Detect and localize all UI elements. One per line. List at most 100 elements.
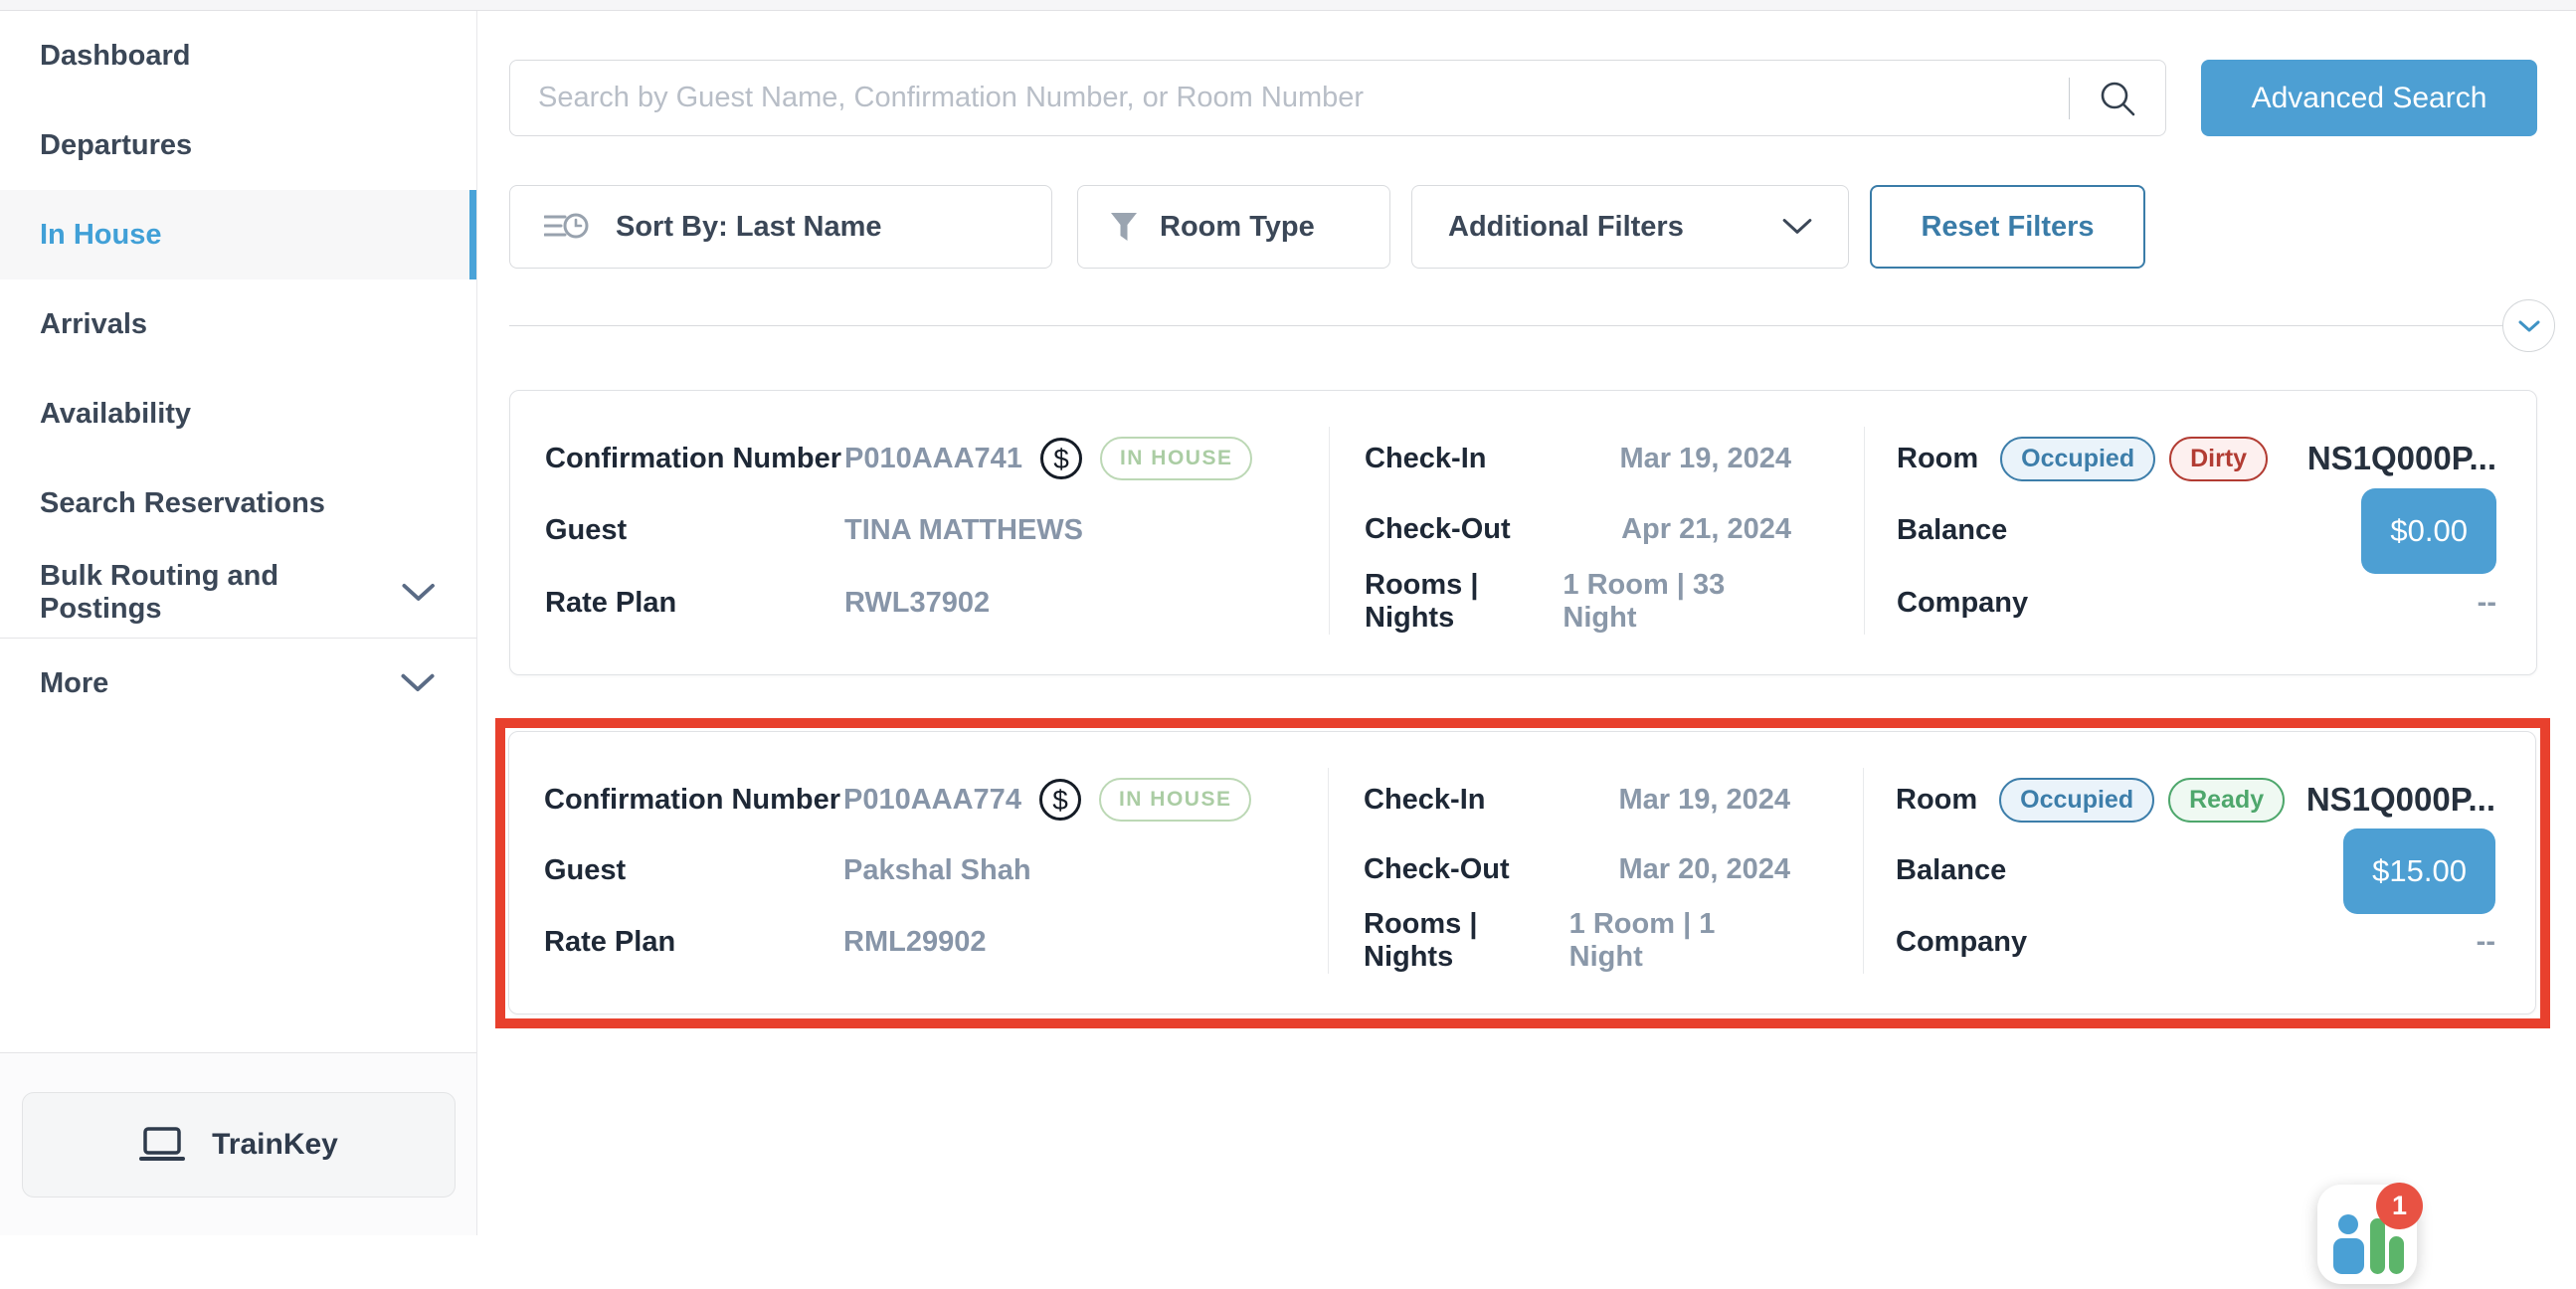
reservation-card[interactable]: Confirmation Number P010AAA774 $ IN HOUS… — [508, 731, 2536, 1014]
sidebar-item-dashboard[interactable]: Dashboard — [0, 11, 476, 100]
sidebar-item-label: Arrivals — [40, 308, 147, 341]
sidebar-item-label: Search Reservations — [40, 487, 325, 520]
sidebar-item-label: Bulk Routing and Postings — [40, 560, 402, 626]
reset-filters-label: Reset Filters — [1921, 211, 2094, 244]
reservation-card[interactable]: Confirmation Number P010AAA741 $ IN HOUS… — [509, 390, 2537, 675]
confirmation-number-label: Confirmation Number — [545, 443, 844, 475]
card-dates-column: Check-In Mar 19, 2024 Check-Out Apr 21, … — [1329, 427, 1864, 635]
check-in-label: Check-In — [1364, 784, 1485, 817]
guest-name-value: Pakshal Shah — [843, 854, 1031, 887]
sidebar-item-bulk-routing[interactable]: Bulk Routing and Postings — [0, 548, 476, 638]
balance-button[interactable]: $0.00 — [2361, 488, 2496, 574]
highlight-border: Confirmation Number P010AAA774 $ IN HOUS… — [495, 718, 2550, 1028]
guest-name-value: TINA MATTHEWS — [844, 514, 1083, 547]
check-in-label: Check-In — [1365, 443, 1486, 475]
sidebar-item-label: Availability — [40, 398, 191, 431]
sort-by-button[interactable]: Sort By: Last Name — [509, 185, 1052, 269]
sidebar-item-more[interactable]: More — [0, 639, 476, 728]
balance-label: Balance — [1896, 854, 2006, 887]
room-type-label: Room Type — [1160, 211, 1315, 244]
housekeeping-status-badge: Dirty — [2169, 437, 2268, 481]
sidebar-item-label: Departures — [40, 129, 192, 162]
svg-text:$: $ — [1053, 444, 1069, 474]
chevron-down-icon — [2517, 319, 2541, 333]
in-house-status-badge: IN HOUSE — [1100, 437, 1253, 480]
rate-plan-value: RWL37902 — [844, 587, 990, 620]
window-top-strip — [0, 0, 2576, 11]
card-room-column: Room Occupied Ready NS1Q000P... Balance … — [1863, 768, 2535, 974]
sidebar-item-arrivals[interactable]: Arrivals — [0, 279, 476, 369]
rooms-nights-label: Rooms | Nights — [1364, 908, 1569, 974]
company-label: Company — [1897, 587, 2028, 620]
chevron-down-icon — [401, 673, 435, 693]
rate-plan-value: RML29902 — [843, 926, 986, 959]
card-guest-column: Confirmation Number P010AAA774 $ IN HOUS… — [509, 768, 1328, 974]
company-value: -- — [2477, 926, 2495, 959]
guest-label: Guest — [544, 854, 843, 887]
company-value: -- — [2478, 587, 2496, 620]
rooms-nights-value: 1 Room | 1 Night — [1569, 908, 1790, 974]
balance-label: Balance — [1897, 514, 2007, 547]
check-out-label: Check-Out — [1365, 513, 1511, 546]
room-number-value: NS1Q000P... — [2306, 781, 2495, 819]
dollar-circle-icon[interactable]: $ — [1038, 436, 1084, 481]
room-status-badge: Occupied — [1999, 778, 2154, 823]
sidebar-item-label: In House — [40, 219, 161, 252]
sort-by-label: Sort By: Last Name — [616, 211, 882, 244]
in-house-status-badge: IN HOUSE — [1099, 778, 1252, 822]
additional-filters-label: Additional Filters — [1448, 211, 1684, 244]
guest-label: Guest — [545, 514, 844, 547]
advanced-search-button[interactable]: Advanced Search — [2201, 60, 2537, 136]
room-label: Room — [1896, 784, 1977, 817]
room-type-filter-button[interactable]: Room Type — [1077, 185, 1390, 269]
housekeeping-status-badge: Ready — [2168, 778, 2285, 823]
sidebar-item-search-reservations[interactable]: Search Reservations — [0, 459, 476, 548]
check-out-label: Check-Out — [1364, 853, 1510, 886]
confirmation-number-value: P010AAA741 — [844, 443, 1022, 475]
sidebar: Dashboard Departures In House Arrivals A… — [0, 11, 477, 1235]
rate-plan-label: Rate Plan — [544, 926, 843, 959]
rooms-nights-value: 1 Room | 33 Night — [1563, 569, 1791, 635]
list-divider — [509, 325, 2502, 326]
confirmation-number-value: P010AAA774 — [843, 784, 1021, 817]
search-input[interactable] — [510, 82, 2069, 114]
sidebar-item-departures[interactable]: Departures — [0, 100, 476, 190]
svg-text:$: $ — [1052, 785, 1068, 816]
sidebar-item-label: More — [40, 667, 108, 700]
funnel-icon — [1110, 212, 1138, 242]
check-out-value: Mar 20, 2024 — [1618, 853, 1790, 886]
card-dates-column: Check-In Mar 19, 2024 Check-Out Mar 20, … — [1328, 768, 1863, 974]
rooms-nights-label: Rooms | Nights — [1365, 569, 1563, 635]
search-icon[interactable] — [2098, 79, 2137, 118]
search-divider — [2069, 78, 2070, 119]
laptop-icon — [138, 1126, 186, 1164]
card-guest-column: Confirmation Number P010AAA741 $ IN HOUS… — [510, 427, 1329, 635]
additional-filters-button[interactable]: Additional Filters — [1411, 185, 1849, 269]
sidebar-item-in-house[interactable]: In House — [0, 190, 476, 279]
room-status-badge: Occupied — [2000, 437, 2155, 481]
dollar-circle-icon[interactable]: $ — [1037, 777, 1083, 823]
company-label: Company — [1896, 926, 2027, 959]
search-bar — [509, 60, 2166, 136]
check-out-value: Apr 21, 2024 — [1621, 513, 1791, 546]
rate-plan-label: Rate Plan — [545, 587, 844, 620]
check-in-value: Mar 19, 2024 — [1618, 784, 1790, 817]
sidebar-item-label: Dashboard — [40, 40, 190, 73]
sidebar-item-availability[interactable]: Availability — [0, 369, 476, 459]
sidebar-footer: TrainKey — [0, 1052, 476, 1235]
check-in-value: Mar 19, 2024 — [1619, 443, 1791, 475]
room-number-value: NS1Q000P... — [2307, 440, 2496, 477]
balance-button[interactable]: $15.00 — [2343, 829, 2495, 914]
main-content: Advanced Search Sort By: Last Name Room … — [478, 11, 2576, 1235]
room-label: Room — [1897, 443, 1978, 475]
sort-by-time-icon — [544, 211, 590, 243]
confirmation-number-label: Confirmation Number — [544, 784, 843, 817]
chevron-down-icon — [402, 583, 435, 603]
reset-filters-button[interactable]: Reset Filters — [1870, 185, 2145, 269]
card-room-column: Room Occupied Dirty NS1Q000P... Balance … — [1864, 427, 2536, 635]
trainkey-label: TrainKey — [212, 1128, 338, 1162]
chevron-down-icon — [1782, 218, 1812, 236]
collapse-toggle-button[interactable] — [2502, 299, 2555, 352]
trainkey-button[interactable]: TrainKey — [22, 1092, 456, 1197]
notification-badge: 1 — [2376, 1183, 2423, 1229]
